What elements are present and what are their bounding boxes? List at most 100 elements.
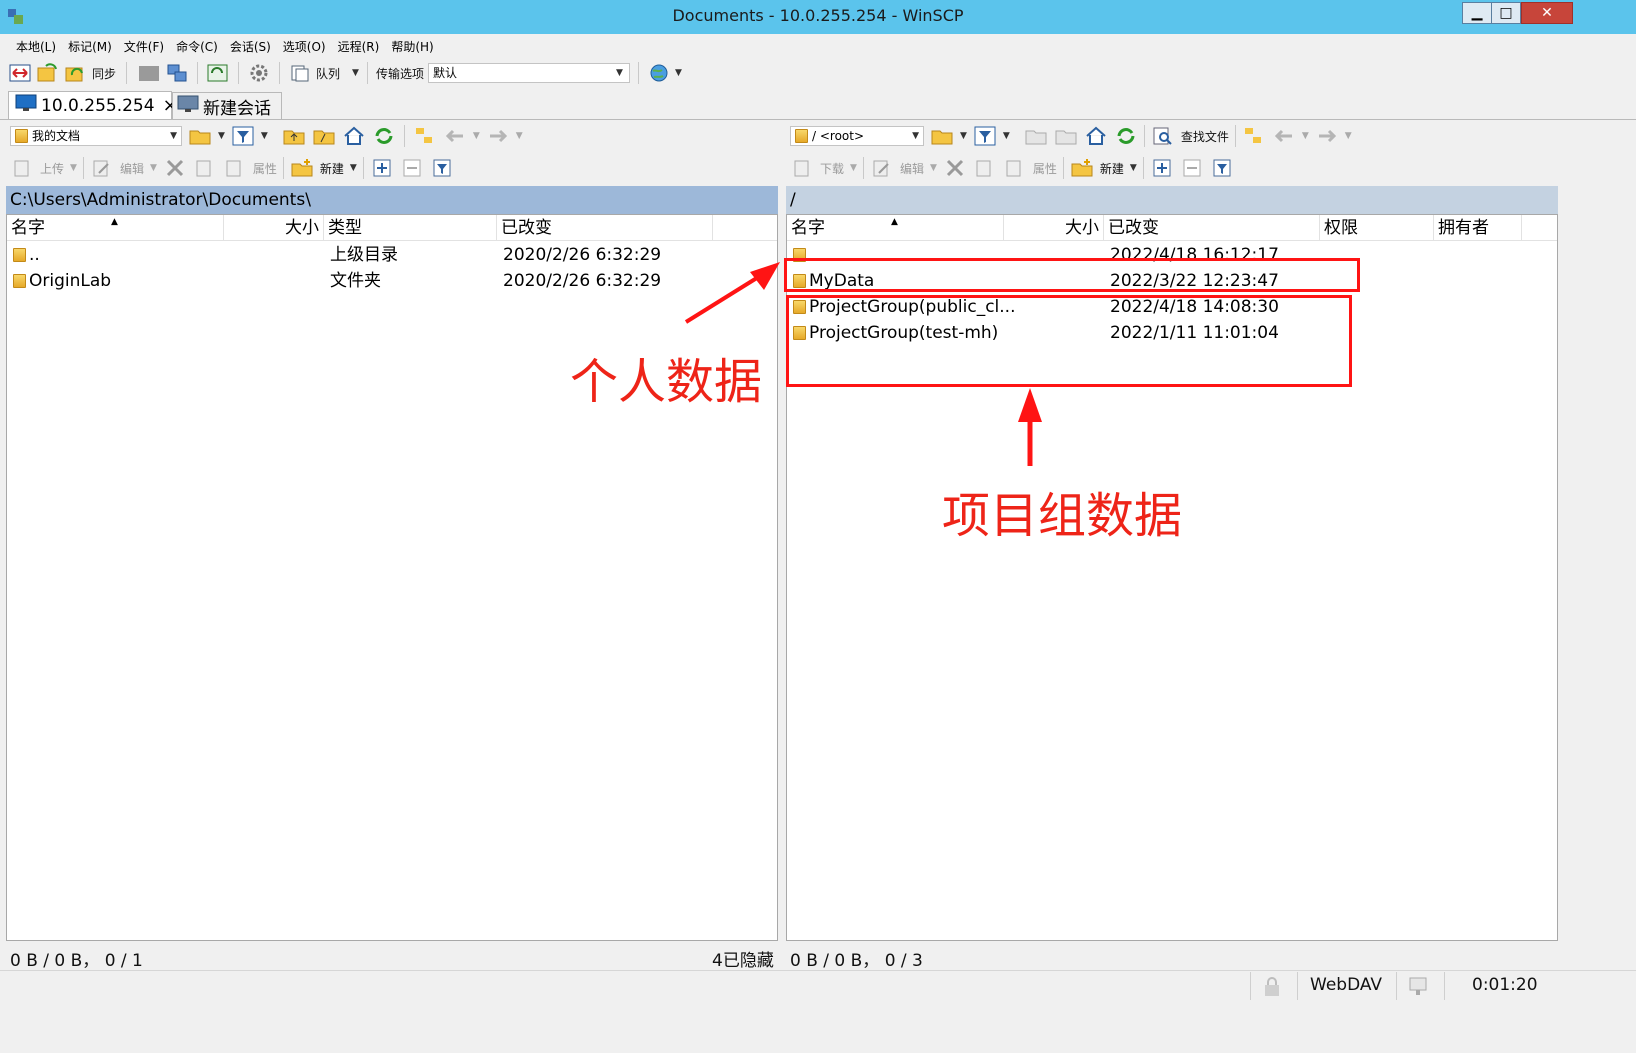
root-directory-icon[interactable] xyxy=(312,125,336,147)
queue-button[interactable]: 队列 xyxy=(316,65,340,82)
parent-directory-icon[interactable] xyxy=(1024,125,1048,147)
root-directory-icon[interactable] xyxy=(1054,125,1078,147)
open-folder-icon[interactable] xyxy=(930,125,954,147)
local-hidden-count[interactable]: 4已隐藏 xyxy=(712,946,774,971)
upload-button[interactable]: 上传 xyxy=(40,160,64,177)
menu-local[interactable]: 本地(L) xyxy=(16,36,56,58)
menu-commands[interactable]: 命令(C) xyxy=(176,36,218,58)
menu-options[interactable]: 选项(O) xyxy=(283,36,326,58)
find-files-button[interactable]: 查找文件 xyxy=(1181,128,1229,145)
menu-session[interactable]: 会话(S) xyxy=(230,36,271,58)
chevron-down-icon[interactable]: ▼ xyxy=(170,127,177,145)
new-button[interactable]: 新建 xyxy=(320,160,344,177)
chevron-down-icon[interactable]: ▼ xyxy=(150,163,157,173)
open-folder-icon[interactable] xyxy=(188,125,212,147)
chevron-down-icon[interactable]: ▼ xyxy=(473,131,480,141)
filter-icon[interactable] xyxy=(231,125,255,147)
col-size-header[interactable]: 大小 xyxy=(224,215,324,241)
new-folder-icon[interactable] xyxy=(1070,157,1094,179)
edit-button[interactable]: 编辑 xyxy=(900,160,924,177)
col-changed-header[interactable]: 已改变 xyxy=(497,215,713,241)
chevron-down-icon[interactable]: ▼ xyxy=(261,131,268,141)
edit-icon[interactable] xyxy=(870,157,894,179)
compare-directories-icon[interactable] xyxy=(8,62,32,84)
chevron-down-icon[interactable]: ▼ xyxy=(516,131,523,141)
forward-icon[interactable] xyxy=(1315,125,1339,147)
tree-view-icon[interactable] xyxy=(1242,125,1266,147)
chevron-down-icon[interactable]: ▼ xyxy=(930,163,937,173)
edit-icon[interactable] xyxy=(90,157,114,179)
chevron-down-icon[interactable]: ▼ xyxy=(1302,131,1309,141)
chevron-down-icon[interactable]: ▼ xyxy=(1345,131,1352,141)
local-path-bar[interactable]: C:\Users\Administrator\Documents\ xyxy=(6,186,778,214)
properties-icon[interactable] xyxy=(223,157,247,179)
col-type-header[interactable]: 类型 xyxy=(324,215,497,241)
maximize-button[interactable]: □ xyxy=(1491,2,1521,24)
transfer-preset-select[interactable]: 默认 ▼ xyxy=(427,63,630,83)
col-rights-header[interactable]: 权限 xyxy=(1320,215,1434,241)
filter-files-icon[interactable] xyxy=(1210,157,1234,179)
forward-icon[interactable] xyxy=(486,125,510,147)
open-terminal-icon[interactable] xyxy=(137,62,161,84)
table-row[interactable]: OriginLab 文件夹 2020/2/26 6:32:29 xyxy=(7,268,777,294)
synchronize-icon[interactable] xyxy=(64,62,88,84)
find-files-icon[interactable] xyxy=(1151,125,1175,147)
chevron-down-icon[interactable]: ▼ xyxy=(352,68,359,78)
home-directory-icon[interactable] xyxy=(342,125,366,147)
refresh-icon[interactable] xyxy=(372,125,396,147)
menu-mark[interactable]: 标记(M) xyxy=(68,36,112,58)
panel-splitter[interactable] xyxy=(779,122,785,942)
tab-session-current[interactable]: 10.0.255.254 × xyxy=(8,91,178,119)
table-row[interactable]: .. 上级目录 2020/2/26 6:32:29 xyxy=(7,242,777,268)
rename-icon[interactable] xyxy=(973,157,997,179)
chevron-down-icon[interactable]: ▼ xyxy=(850,163,857,173)
delete-icon[interactable] xyxy=(163,157,187,179)
delete-icon[interactable] xyxy=(943,157,967,179)
sync-button[interactable]: 同步 xyxy=(92,65,116,82)
synchronize-browsing-icon[interactable] xyxy=(36,62,60,84)
unselect-files-minus-icon[interactable] xyxy=(400,157,424,179)
parent-directory-icon[interactable] xyxy=(282,125,306,147)
filter-files-icon[interactable] xyxy=(430,157,454,179)
preferences-gear-icon[interactable] xyxy=(247,62,271,84)
select-files-plus-icon[interactable] xyxy=(370,157,394,179)
download-button[interactable]: 下载 xyxy=(820,160,844,177)
queue-icon[interactable] xyxy=(288,62,312,84)
chevron-down-icon[interactable]: ▼ xyxy=(218,131,225,141)
lock-icon[interactable] xyxy=(1262,976,1282,1002)
filter-icon[interactable] xyxy=(973,125,997,147)
refresh-icon[interactable] xyxy=(1114,125,1138,147)
minimize-button[interactable]: ▁ xyxy=(1462,2,1492,24)
chevron-down-icon[interactable]: ▼ xyxy=(1003,131,1010,141)
back-icon[interactable] xyxy=(443,125,467,147)
remote-path-bar[interactable]: / xyxy=(786,186,1558,214)
col-name-header[interactable]: 名字 ▲ xyxy=(787,215,1004,241)
upload-icon[interactable] xyxy=(10,157,34,179)
rename-icon[interactable] xyxy=(193,157,217,179)
local-file-list[interactable]: 名字 ▲ 大小 类型 已改变 .. 上级目录 2020/2/26 6:32:29 … xyxy=(6,214,778,941)
col-changed-header[interactable]: 已改变 xyxy=(1104,215,1320,241)
menu-file[interactable]: 文件(F) xyxy=(124,36,164,58)
close-button[interactable]: ✕ xyxy=(1521,2,1573,24)
tab-new-session[interactable]: 新建会话 xyxy=(172,92,282,120)
col-name-header[interactable]: 名字 ▲ xyxy=(7,215,224,241)
refresh-panels-icon[interactable] xyxy=(206,62,230,84)
chevron-down-icon[interactable]: ▼ xyxy=(912,127,919,145)
chevron-down-icon[interactable]: ▼ xyxy=(1130,163,1137,173)
col-owner-header[interactable]: 拥有者 xyxy=(1434,215,1522,241)
select-files-plus-icon[interactable] xyxy=(1150,157,1174,179)
menu-help[interactable]: 帮助(H) xyxy=(391,36,433,58)
menu-remote[interactable]: 远程(R) xyxy=(338,36,380,58)
properties-button[interactable]: 属性 xyxy=(1033,160,1057,177)
putty-icon[interactable] xyxy=(165,62,189,84)
tree-view-icon[interactable] xyxy=(413,125,437,147)
chevron-down-icon[interactable]: ▼ xyxy=(675,68,682,78)
local-location-select[interactable]: 我的文档 ▼ xyxy=(10,126,182,146)
chevron-down-icon[interactable]: ▼ xyxy=(616,64,623,82)
new-button[interactable]: 新建 xyxy=(1100,160,1124,177)
properties-button[interactable]: 属性 xyxy=(253,160,277,177)
unselect-files-minus-icon[interactable] xyxy=(1180,157,1204,179)
chevron-down-icon[interactable]: ▼ xyxy=(960,131,967,141)
download-icon[interactable] xyxy=(790,157,814,179)
remote-location-select[interactable]: / <root> ▼ xyxy=(790,126,924,146)
